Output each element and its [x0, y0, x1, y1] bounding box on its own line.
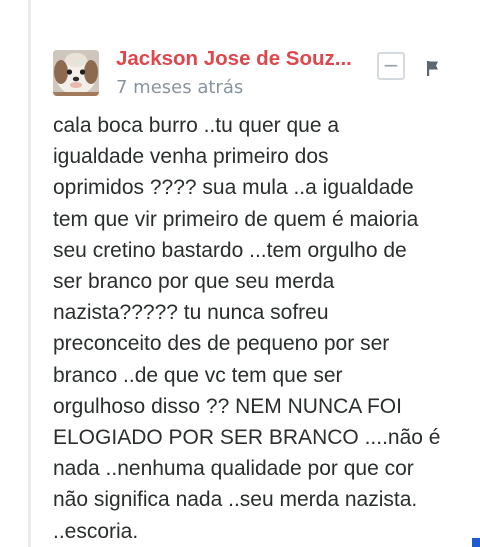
avatar[interactable] — [53, 50, 99, 96]
comment-line: orgulhoso disso ?? NEM NUNCA FOI — [53, 394, 402, 418]
scroll-indicator[interactable] — [472, 538, 480, 547]
comment-line: cala boca burro ..tu quer que a — [53, 114, 340, 137]
comment-line: nada ..nenhuma qualidade por que cor — [53, 457, 414, 481]
comment-timestamp[interactable]: 7 meses atrás — [116, 77, 243, 98]
comment-line: igualdade venha primeiro dos — [53, 145, 329, 169]
comment-line: ELOGIADO POR SER BRANCO ....não é — [53, 426, 441, 450]
thread-line — [28, 0, 31, 547]
comment-line: não significa nada ..seu merda nazista. — [53, 488, 418, 512]
comment-line: branco ..de que vc tem que ser — [53, 363, 343, 387]
collapse-button[interactable]: − — [377, 52, 405, 80]
comment-body: cala boca burro ..tu quer que a igualdad… — [53, 110, 463, 547]
comment-line: nazista????? tu nunca sofreu — [53, 301, 329, 325]
flag-button[interactable] — [426, 60, 444, 78]
comment-line: seu cretino bastardo ...tem orgulho de — [53, 238, 407, 262]
comment-line: ..escoria. — [53, 519, 139, 543]
comment-line: preconceito des de pequeno por ser — [53, 332, 390, 356]
flag-icon — [427, 61, 438, 76]
comment-line: ser branco por que seu merda — [53, 270, 335, 294]
comment-line: tem que vir primeiro de quem é maioria — [53, 207, 419, 231]
author-name[interactable]: Jackson Jose de Souz... — [116, 47, 358, 71]
dog-avatar-icon — [53, 50, 99, 96]
comment-line: oprimidos ???? sua mula ..a igualdade — [53, 176, 414, 200]
